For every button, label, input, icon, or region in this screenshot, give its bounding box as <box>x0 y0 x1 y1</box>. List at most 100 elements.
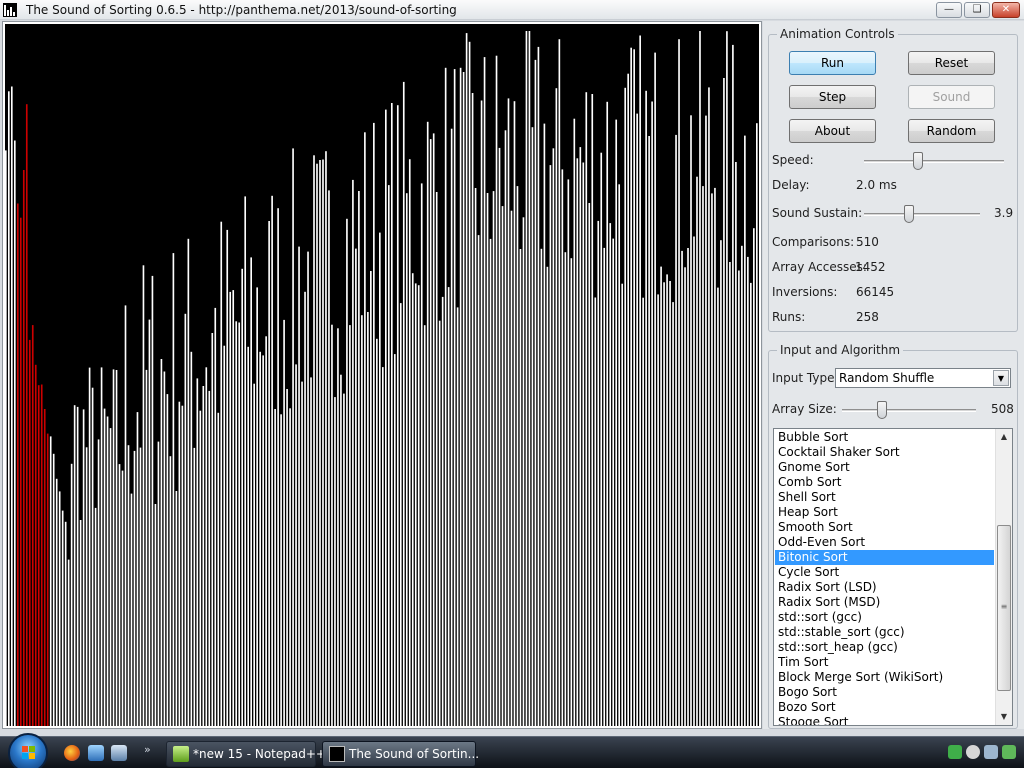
scroll-down-icon[interactable]: ▼ <box>996 709 1012 725</box>
array-bar <box>480 100 483 726</box>
speed-slider[interactable] <box>864 151 1004 171</box>
list-item[interactable]: Smooth Sort <box>775 520 994 535</box>
array-bar <box>145 369 148 726</box>
firefox-icon[interactable] <box>64 745 80 761</box>
array-bar <box>130 493 133 726</box>
sound-sustain-slider[interactable] <box>864 204 980 224</box>
array-bar <box>528 31 531 726</box>
array-bar <box>399 303 402 726</box>
about-button[interactable]: About <box>789 119 876 143</box>
random-button[interactable]: Random <box>908 119 995 143</box>
array-bar <box>202 386 205 726</box>
array-bar <box>756 123 758 726</box>
array-bar <box>109 428 112 726</box>
switch-windows-icon[interactable] <box>111 745 127 761</box>
list-item[interactable]: std::sort_heap (gcc) <box>775 640 994 655</box>
array-bar <box>387 185 390 726</box>
array-bar <box>645 90 647 726</box>
step-button[interactable]: Step <box>789 85 876 109</box>
security-check-icon[interactable] <box>1002 745 1016 759</box>
chevron-down-icon[interactable]: ▼ <box>993 370 1009 386</box>
array-bar <box>136 412 139 726</box>
list-item[interactable]: Radix Sort (MSD) <box>775 595 994 610</box>
tray-app-icon[interactable] <box>948 745 962 759</box>
network-icon[interactable] <box>984 745 998 759</box>
sound-sustain-slider-thumb[interactable] <box>904 205 914 223</box>
array-bar <box>253 383 255 726</box>
array-bar <box>603 247 606 726</box>
scroll-up-icon[interactable]: ▲ <box>996 429 1012 445</box>
list-item[interactable]: std::sort (gcc) <box>775 610 994 625</box>
algorithm-list-scrollbar[interactable]: ▲ ≡ ▼ <box>995 429 1012 725</box>
taskbar-item-sound-of-sorting[interactable]: The Sound of Sortin... <box>322 741 479 767</box>
comparisons-value: 510 <box>856 235 879 249</box>
close-button[interactable]: ✕ <box>992 2 1020 18</box>
quick-launch-chevron-icon[interactable]: » <box>144 743 151 756</box>
array-size-slider[interactable] <box>842 400 976 420</box>
array-bar <box>720 240 722 726</box>
list-item[interactable]: Shell Sort <box>775 490 994 505</box>
title-bar[interactable]: The Sound of Sorting 0.6.5 - http://pant… <box>0 0 1024 20</box>
array-bar <box>277 208 279 726</box>
array-bar <box>648 136 650 726</box>
sound-button[interactable]: Sound <box>908 85 995 109</box>
array-bar <box>241 268 244 726</box>
array-bar <box>642 297 644 726</box>
array-bar <box>471 93 474 726</box>
array-bar <box>537 46 540 726</box>
array-bar <box>423 325 426 726</box>
array-bar <box>307 251 309 726</box>
list-item[interactable]: Cocktail Shaker Sort <box>775 445 994 460</box>
show-desktop-icon[interactable] <box>88 745 104 761</box>
list-item[interactable]: Comb Sort <box>775 475 994 490</box>
array-bar <box>579 147 582 726</box>
list-item[interactable]: Stooge Sort <box>775 715 994 725</box>
list-item[interactable]: std::stable_sort (gcc) <box>775 625 994 640</box>
scrollbar-thumb[interactable]: ≡ <box>997 525 1011 691</box>
array-bar <box>714 187 716 726</box>
algorithm-list[interactable]: Stooge Sort Bozo Sort Bogo Sort Block Merge… <box>773 428 1013 726</box>
array-bar <box>58 491 61 726</box>
list-item[interactable]: Gnome Sort <box>775 460 994 475</box>
minimize-button[interactable]: — <box>936 2 962 18</box>
speed-slider-thumb[interactable] <box>913 152 923 170</box>
array-bar <box>370 271 372 726</box>
array-bar <box>274 409 276 726</box>
taskbar: » *new 15 - Notepad++ The Sound of Sorti… <box>0 733 1024 768</box>
list-item[interactable]: Bitonic Sort <box>775 550 994 565</box>
list-item[interactable]: Block Merge Sort (WikiSort) <box>775 670 994 685</box>
array-bar <box>310 377 312 726</box>
array-bar <box>411 273 414 726</box>
maximize-button[interactable]: ❑ <box>964 2 990 18</box>
array-bar <box>244 196 247 726</box>
array-bar <box>217 412 220 726</box>
array-bar <box>681 250 683 726</box>
list-item[interactable]: Cycle Sort <box>775 565 994 580</box>
run-button[interactable]: Run <box>789 51 876 75</box>
list-item[interactable]: Heap Sort <box>775 505 994 520</box>
array-bar <box>304 291 306 726</box>
start-button[interactable] <box>8 733 48 768</box>
list-item[interactable]: Bogo Sort <box>775 685 994 700</box>
list-item[interactable]: Bubble Sort <box>775 430 994 445</box>
array-bar <box>286 389 288 726</box>
list-item[interactable]: Odd-Even Sort <box>775 535 994 550</box>
sound-sustain-label: Sound Sustain: <box>772 206 863 220</box>
array-bar <box>268 221 270 726</box>
array-bar <box>379 232 381 726</box>
messenger-icon[interactable] <box>966 745 980 759</box>
taskbar-item-notepad[interactable]: *new 15 - Notepad++ <box>166 741 326 767</box>
delay-value: 2.0 ms <box>856 178 897 192</box>
array-size-slider-thumb[interactable] <box>877 401 887 419</box>
array-bar <box>699 31 701 726</box>
reset-button[interactable]: Reset <box>908 51 995 75</box>
array-bar <box>118 464 121 726</box>
list-item[interactable]: Bozo Sort <box>775 700 994 715</box>
input-type-select[interactable]: Random Shuffle ▼ <box>835 368 1011 388</box>
array-bar <box>552 148 555 726</box>
list-item[interactable]: Tim Sort <box>775 655 994 670</box>
array-bar <box>708 87 710 726</box>
list-item[interactable]: Radix Sort (LSD) <box>775 580 994 595</box>
array-bar <box>651 101 653 726</box>
array-bar <box>438 320 441 726</box>
